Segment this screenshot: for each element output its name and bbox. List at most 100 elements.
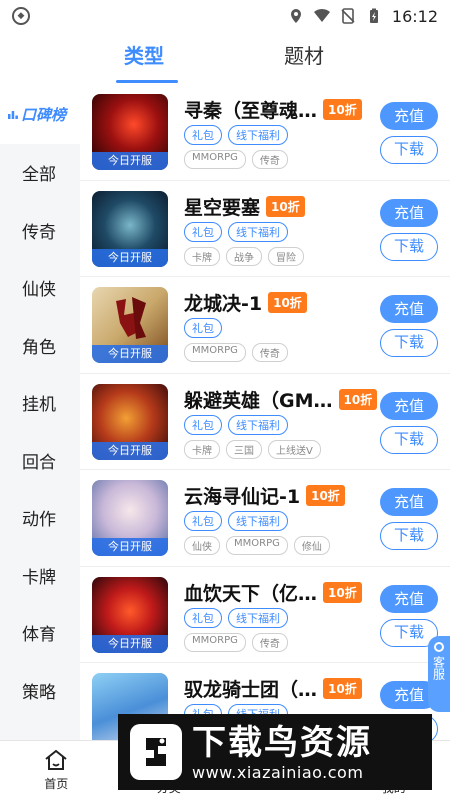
game-thumbnail[interactable]: 今日开服	[92, 383, 168, 460]
battery-icon	[369, 8, 378, 23]
open-today-badge: 今日开服	[92, 538, 168, 556]
sidebar-item-action[interactable]: 动作	[0, 489, 80, 547]
nav-home[interactable]: 首页	[0, 741, 113, 800]
discount-badge: 10折	[268, 292, 307, 313]
sidebar-item-reputation[interactable]: 口碑榜	[0, 84, 80, 144]
tag-genre: 冒险	[268, 246, 304, 266]
list-item[interactable]: 今日开服 龙城决-1 10折 礼包 MMORPG 传奇 充值 下载	[80, 277, 450, 374]
game-title[interactable]: 血饮天下（亿… 10折	[184, 579, 362, 606]
game-list: 今日开服 寻秦（至尊魂… 10折 礼包 线下福利 MMORPG 传奇 充值 下载 …	[80, 84, 450, 740]
status-time: 16:12	[391, 6, 438, 26]
charge-button[interactable]: 充值	[380, 391, 438, 420]
tag-offline-benefit: 线下福利	[228, 607, 288, 628]
game-title[interactable]: 驭龙骑士团（… 10折	[184, 675, 362, 702]
sidebar-item-xianxia[interactable]: 仙侠	[0, 259, 80, 317]
location-icon	[290, 9, 301, 23]
game-title[interactable]: 星空要塞 10折	[184, 193, 305, 220]
game-title[interactable]: 寻秦（至尊魂… 10折	[184, 96, 362, 123]
tag-genre: 战争	[226, 246, 262, 266]
open-today-badge: 今日开服	[92, 248, 168, 267]
tab-indicator	[116, 80, 178, 83]
discount-badge: 10折	[323, 99, 362, 120]
discount-badge: 10折	[306, 485, 345, 506]
tag-offline-benefit: 线下福利	[228, 414, 288, 435]
wifi-icon	[313, 8, 330, 22]
status-bar: ◆ 16:12	[0, 0, 450, 32]
home-icon	[45, 749, 67, 770]
tag-genre: 卡牌	[184, 246, 220, 266]
game-thumbnail[interactable]: 今日开服	[92, 480, 168, 556]
open-today-badge: 今日开服	[92, 152, 168, 170]
download-button[interactable]: 下载	[380, 136, 438, 164]
sidebar-item-card[interactable]: 卡牌	[0, 547, 80, 605]
tag-gift: 礼包	[184, 318, 222, 338]
watermark-title: 下载鸟资源	[192, 722, 372, 763]
top-tabs: 类型 题材	[0, 32, 450, 84]
tag-gift: 礼包	[184, 125, 222, 145]
watermark-url: www.xiazainiao.com	[192, 762, 364, 782]
list-item[interactable]: 今日开服 躲避英雄（GM… 10折 礼包 线下福利 卡牌 三国 上线送V 充值 下…	[80, 374, 450, 470]
charge-button[interactable]: 充值	[380, 488, 438, 516]
list-item[interactable]: 今日开服 寻秦（至尊魂… 10折 礼包 线下福利 MMORPG 传奇 充值 下载	[80, 84, 450, 181]
discount-badge: 10折	[266, 195, 305, 217]
tag-genre: 卡牌	[184, 439, 220, 459]
game-thumbnail[interactable]: 今日开服	[92, 576, 168, 653]
tag-gift: 礼包	[184, 607, 222, 628]
download-button[interactable]: 下载	[380, 232, 438, 261]
discount-badge: 10折	[323, 678, 362, 699]
game-title[interactable]: 龙城决-1 10折	[184, 289, 307, 316]
tag-offline-benefit: 线下福利	[228, 125, 288, 145]
download-button[interactable]: 下载	[380, 425, 438, 454]
discount-badge: 10折	[338, 388, 378, 410]
charge-button[interactable]: 充值	[380, 295, 438, 323]
sidebar-item-idle[interactable]: 挂机	[0, 374, 80, 432]
bar-chart-icon	[8, 111, 18, 119]
tag-offline-benefit: 线下福利	[228, 221, 288, 242]
charge-button[interactable]: 充值	[380, 198, 438, 227]
tab-type[interactable]: 类型	[124, 40, 164, 69]
tag-genre: 仙侠	[184, 536, 220, 555]
tag-genre: MMORPG	[184, 632, 246, 652]
download-button[interactable]: 下载	[380, 329, 438, 357]
game-title[interactable]: 云海寻仙记-1 10折	[184, 482, 345, 509]
headset-icon	[434, 642, 444, 652]
watermark-banner: 下载鸟资源 www.xiazainiao.com	[118, 714, 432, 790]
download-button[interactable]: 下载	[380, 522, 438, 550]
list-item[interactable]: 今日开服 云海寻仙记-1 10折 礼包 线下福利 仙侠 MMORPG 修仙 充值 …	[80, 470, 450, 567]
nav-home-label: 首页	[44, 777, 69, 791]
game-thumbnail[interactable]: 今日开服	[92, 287, 168, 363]
sidebar-item-legend[interactable]: 传奇	[0, 202, 80, 260]
tag-offline-benefit: 线下福利	[228, 511, 288, 531]
list-item[interactable]: 今日开服 星空要塞 10折 礼包 线下福利 卡牌 战争 冒险 充值 下载	[80, 181, 450, 277]
tag-gift: 礼包	[184, 221, 222, 242]
sidebar-item-label: 口碑榜	[21, 105, 67, 124]
shield-icon: ◆	[12, 7, 30, 25]
open-today-badge: 今日开服	[92, 634, 168, 653]
list-item[interactable]: 今日开服 血饮天下（亿… 10折 礼包 线下福利 MMORPG 传奇 充值 下载	[80, 567, 450, 663]
category-sidebar: 口碑榜 全部 传奇 仙侠 角色 挂机 回合 动作 卡牌 体育 策略	[0, 84, 80, 740]
open-today-badge: 今日开服	[92, 441, 168, 460]
game-thumbnail[interactable]: 今日开服	[92, 190, 168, 267]
tag-genre: 传奇	[251, 343, 288, 362]
bird-logo-icon	[130, 724, 182, 780]
customer-service-button[interactable]: 客服	[428, 636, 450, 712]
sidebar-item-all[interactable]: 全部	[0, 144, 80, 202]
tag-genre: 传奇	[251, 632, 288, 652]
tag-genre: 上线送V	[268, 439, 321, 459]
sidebar-item-role[interactable]: 角色	[0, 317, 80, 375]
sidebar-item-strategy[interactable]: 策略	[0, 662, 80, 720]
tag-genre: 三国	[226, 439, 262, 459]
sidebar-item-sports[interactable]: 体育	[0, 604, 80, 662]
game-title[interactable]: 躲避英雄（GM… 10折	[184, 386, 378, 413]
tag-genre: MMORPG	[184, 150, 246, 169]
charge-button[interactable]: 充值	[380, 102, 438, 130]
game-thumbnail[interactable]: 今日开服	[92, 94, 168, 170]
sidebar-item-turn-based[interactable]: 回合	[0, 432, 80, 490]
tag-genre: 传奇	[251, 150, 288, 169]
tab-theme[interactable]: 题材	[284, 40, 324, 69]
charge-button[interactable]: 充值	[380, 584, 438, 613]
customer-service-label: 客服	[431, 656, 446, 680]
no-sim-icon	[341, 8, 355, 24]
discount-badge: 10折	[323, 581, 362, 603]
tag-gift: 礼包	[184, 511, 222, 531]
